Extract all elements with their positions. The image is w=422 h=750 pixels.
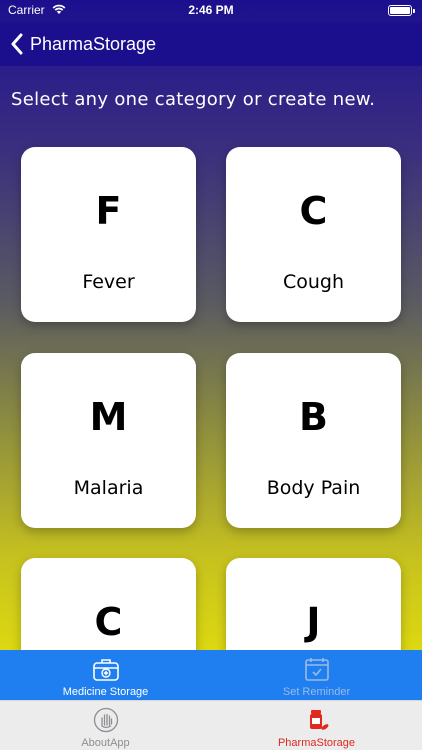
category-initial: B — [299, 395, 328, 439]
category-initial: C — [299, 189, 328, 233]
category-initial: C — [94, 600, 123, 644]
back-label: PharmaStorage — [30, 33, 157, 54]
category-label: Malaria — [73, 477, 144, 499]
back-button[interactable]: PharmaStorage — [10, 26, 156, 62]
calendar-check-icon — [305, 658, 329, 681]
category-card-cough[interactable]: C Cough — [226, 147, 401, 322]
pill-bottle-icon — [310, 710, 329, 730]
category-label: Cough — [282, 271, 345, 293]
tab-set-reminder[interactable]: Set Reminder — [211, 650, 422, 700]
tab-set-reminder-label: Set Reminder — [282, 686, 351, 698]
tab-medicine-storage[interactable]: Medicine Storage — [0, 650, 211, 700]
category-label: Fever — [82, 271, 135, 293]
category-card-body-pain[interactable]: B Body Pain — [226, 353, 401, 528]
category-card-malaria[interactable]: M Malaria — [21, 353, 196, 528]
tab-pharma-storage[interactable]: PharmaStorage — [211, 701, 422, 750]
category-initial: J — [306, 600, 321, 644]
tab-medicine-storage-label: Medicine Storage — [62, 686, 149, 698]
category-card-fever[interactable]: F Fever — [21, 147, 196, 322]
outer-tab-bar: AboutApp PharmaStorage — [0, 700, 422, 750]
tab-about-app[interactable]: AboutApp — [0, 701, 211, 750]
category-label: Body Pain — [266, 477, 361, 499]
status-time: 2:46 PM — [188, 3, 234, 17]
navigation-bar: PharmaStorage — [0, 22, 422, 66]
inner-tab-bar: Medicine Storage Set Reminder — [0, 650, 422, 700]
battery-icon — [388, 5, 415, 16]
category-initial: F — [95, 189, 122, 233]
category-initial: M — [89, 395, 128, 439]
instruction-text: Select any one category or create new. — [11, 89, 376, 110]
screen: Carrier 2:46 PM PharmaStorage Select any… — [0, 0, 422, 750]
medicine-box-icon — [93, 659, 119, 681]
status-bar: Carrier 2:46 PM — [0, 0, 422, 22]
tab-about-app-label: AboutApp — [81, 737, 130, 749]
hand-icon — [93, 707, 119, 733]
chevron-left-icon — [11, 33, 23, 55]
tab-pharma-storage-label: PharmaStorage — [277, 737, 356, 749]
